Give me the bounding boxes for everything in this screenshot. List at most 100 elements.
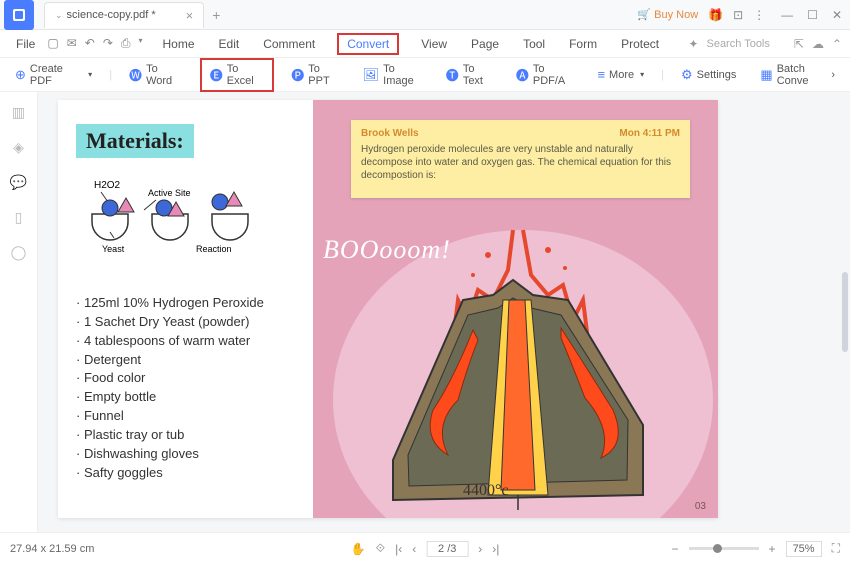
svg-text:Reaction: Reaction: [196, 244, 232, 254]
titlebar: ⌄ science-copy.pdf * × + 🛒 Buy Now 🎁 ⊡ ⋮…: [0, 0, 850, 30]
file-menu[interactable]: File: [8, 37, 43, 51]
tab-dropdown-icon[interactable]: ⌄: [55, 10, 63, 21]
tab-home[interactable]: Home: [161, 33, 197, 55]
list-item: Food color: [76, 369, 299, 388]
notify-icon[interactable]: ⊡: [733, 8, 743, 22]
tab-comment[interactable]: Comment: [261, 33, 317, 55]
save-icon[interactable]: ✉: [67, 36, 77, 51]
list-item: Plastic tray or tub: [76, 426, 299, 445]
document-canvas[interactable]: W Materials: H2O2 Active Site: [38, 92, 850, 532]
batch-convert-button[interactable]: ▦Batch Conve›: [755, 60, 840, 90]
more-button[interactable]: ≡More▾: [592, 64, 649, 85]
maximize-button[interactable]: ☐: [807, 8, 818, 22]
tab-view[interactable]: View: [419, 33, 449, 55]
menubar: File ▢ ✉ ↶ ↷ ⎙ ▾ Home Edit Comment Conve…: [0, 30, 850, 58]
search-tools-input[interactable]: Search Tools: [706, 38, 769, 50]
wand-icon[interactable]: ✦: [688, 37, 698, 51]
buy-now-link[interactable]: 🛒 Buy Now: [637, 8, 698, 21]
tab-edit[interactable]: Edit: [217, 33, 242, 55]
cloud-icon[interactable]: ☁: [812, 37, 824, 51]
left-sidebar: ▥ ◈ 💬 ▯ ◯: [0, 92, 38, 532]
open-icon[interactable]: ▢: [47, 36, 58, 51]
thumbnails-icon[interactable]: ▥: [12, 104, 25, 121]
pdf-page: W Materials: H2O2 Active Site: [58, 100, 718, 518]
scrollbar[interactable]: [842, 272, 848, 472]
svg-text:Yeast: Yeast: [102, 244, 125, 254]
bookmarks-icon[interactable]: ◈: [13, 139, 24, 156]
tab-convert[interactable]: Convert: [337, 33, 399, 55]
text-icon: 🅣: [446, 65, 459, 84]
list-item: 1 Sachet Dry Yeast (powder): [76, 313, 299, 332]
print-dropdown-icon[interactable]: ▾: [138, 36, 142, 51]
temperature-label: 4400°c: [463, 482, 509, 500]
page-number-input[interactable]: 2 /3: [426, 541, 468, 557]
list-item: 4 tablespoons of warm water: [76, 332, 299, 351]
excel-icon: 🅔: [210, 65, 223, 84]
prev-page-button[interactable]: ‹: [412, 542, 416, 556]
to-pdfa-button[interactable]: 🅐To PDF/A: [511, 60, 581, 90]
page-left-column: Materials: H2O2 Active Site: [58, 100, 313, 518]
zoom-level-input[interactable]: 75%: [786, 541, 822, 557]
page-right-column: Brook Wells Mon 4:11 PM Hydrogen peroxid…: [313, 100, 718, 518]
app-logo: [4, 0, 34, 30]
fit-page-icon[interactable]: ⛶: [832, 541, 840, 556]
print-icon[interactable]: ⎙: [121, 36, 131, 51]
gear-icon: ⚙: [681, 67, 693, 83]
next-page-button[interactable]: ›: [478, 542, 482, 556]
share-icon[interactable]: ⇱: [794, 37, 804, 51]
tab-tool[interactable]: Tool: [521, 33, 547, 55]
pdfa-icon: 🅐: [516, 65, 529, 84]
list-item: Empty bottle: [76, 388, 299, 407]
last-page-button[interactable]: ›|: [492, 542, 499, 556]
hand-tool-icon[interactable]: ✋: [351, 542, 366, 556]
create-pdf-icon: ⊕: [15, 67, 26, 83]
more-icon[interactable]: ⋮: [753, 8, 765, 22]
minimize-button[interactable]: —: [781, 8, 793, 22]
close-window-button[interactable]: ✕: [832, 8, 842, 22]
tab-close-icon[interactable]: ×: [186, 8, 194, 23]
h2o2-label: H2O2: [94, 180, 121, 191]
tab-form[interactable]: Form: [567, 33, 599, 55]
workspace: ▥ ◈ 💬 ▯ ◯ W Materials: H2O2 Active Site: [0, 92, 850, 532]
statusbar: 27.94 x 21.59 cm ✋ ⟐ |‹ ‹ 2 /3 › ›| − + …: [0, 532, 850, 564]
list-item: Safty goggles: [76, 464, 299, 483]
document-tab[interactable]: ⌄ science-copy.pdf * ×: [44, 2, 204, 28]
first-page-button[interactable]: |‹: [395, 542, 402, 556]
more-convert-icon: ≡: [597, 67, 605, 82]
to-text-button[interactable]: 🅣To Text: [441, 60, 499, 90]
reaction-diagram: H2O2 Active Site Yea: [76, 174, 299, 264]
convert-toolbar: ⊕Create PDF▾ | 🅦To Word 🅔To Excel 🅟To PP…: [0, 58, 850, 92]
zoom-out-button[interactable]: −: [672, 542, 679, 556]
batch-icon: ▦: [760, 67, 772, 83]
to-image-button[interactable]: 🖼To Image: [358, 60, 429, 90]
settings-button[interactable]: ⚙Settings: [676, 60, 741, 90]
to-excel-button[interactable]: 🅔To Excel: [200, 58, 274, 92]
new-tab-button[interactable]: +: [212, 7, 220, 23]
zoom-slider[interactable]: [689, 547, 759, 550]
ppt-icon: 🅟: [291, 65, 304, 84]
to-ppt-button[interactable]: 🅟To PPT: [286, 60, 345, 90]
collapse-icon[interactable]: ⌃: [832, 37, 842, 51]
select-tool-icon[interactable]: ⟐: [376, 541, 385, 556]
materials-list: 125ml 10% Hydrogen Peroxide 1 Sachet Dry…: [76, 294, 299, 482]
page-number: 03: [695, 501, 706, 512]
comments-icon[interactable]: 💬: [10, 174, 27, 191]
to-word-button[interactable]: 🅦To Word: [124, 60, 188, 90]
tab-page[interactable]: Page: [469, 33, 501, 55]
zoom-in-button[interactable]: +: [769, 542, 776, 556]
gift-icon[interactable]: 🎁: [708, 8, 723, 22]
image-icon: 🖼: [363, 67, 380, 83]
list-item: Funnel: [76, 407, 299, 426]
boom-text: BOOooom!: [323, 235, 451, 265]
list-item: Dishwashing gloves: [76, 445, 299, 464]
redo-icon[interactable]: ↷: [103, 36, 113, 51]
create-pdf-button[interactable]: ⊕Create PDF▾: [10, 60, 97, 90]
tab-protect[interactable]: Protect: [619, 33, 661, 55]
search-panel-icon[interactable]: ◯: [11, 244, 27, 261]
list-item: Detergent: [76, 351, 299, 370]
list-item: 125ml 10% Hydrogen Peroxide: [76, 294, 299, 313]
tab-title: science-copy.pdf *: [67, 9, 156, 21]
active-site-label: Active Site: [148, 188, 191, 198]
undo-icon[interactable]: ↶: [85, 36, 95, 51]
attachments-icon[interactable]: ▯: [15, 209, 23, 226]
